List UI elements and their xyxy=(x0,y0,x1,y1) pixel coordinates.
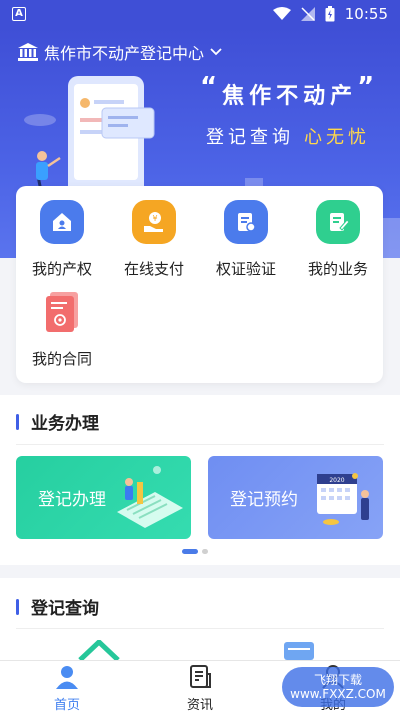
query-item-icon[interactable] xyxy=(76,640,122,660)
slogan-line1: 焦作不动产 xyxy=(222,84,358,109)
divider xyxy=(16,628,384,629)
query-section: 登记查询 xyxy=(0,578,400,668)
section-accent-bar xyxy=(16,598,19,615)
tab-label: 首页 xyxy=(53,698,80,711)
status-left: A xyxy=(12,7,26,21)
svg-text:¥: ¥ xyxy=(152,214,157,223)
chevron-down-icon xyxy=(210,48,222,56)
quick-action-my-business[interactable]: 我的业务 xyxy=(292,200,384,279)
card-label: 登记预约 xyxy=(230,490,298,510)
register-handle-card[interactable]: 登记办理 xyxy=(16,456,191,539)
slogan-title: “焦作不动产” xyxy=(200,72,380,109)
slogan-line2b: 心无忧 xyxy=(304,127,370,148)
tab-news[interactable]: 资讯 xyxy=(160,664,240,711)
location-selector[interactable]: 焦作市不动产登记中心 xyxy=(18,40,222,64)
status-time: 10:55 xyxy=(344,5,388,23)
wifi-icon xyxy=(272,7,291,20)
quick-action-my-property[interactable]: 我的产权 xyxy=(16,200,108,279)
quick-action-label: 在线支付 xyxy=(123,260,184,278)
location-label: 焦作市不动产登记中心 xyxy=(44,44,205,63)
notification-a-icon: A xyxy=(12,7,26,21)
home-person-icon xyxy=(56,666,78,689)
document-edit-icon xyxy=(316,200,360,244)
business-section: 业务办理 登记办理 2020 登记预约 xyxy=(0,395,400,565)
quick-action-certificate-verify[interactable]: 权证验证 xyxy=(200,200,292,279)
contract-icon xyxy=(40,290,84,334)
bottom-tab-bar: 首页 资讯 我的 飞翔下载 www.FXXZ.COM xyxy=(0,660,400,711)
quick-actions-panel: 我的产权 ¥ 在线支付 权证验证 我的业务 我的合同 xyxy=(16,186,383,383)
payment-icon: ¥ xyxy=(132,200,176,244)
query-item-icon[interactable] xyxy=(282,640,316,660)
card-label: 登记办理 xyxy=(38,490,106,510)
quick-action-online-payment[interactable]: ¥ 在线支付 xyxy=(108,200,200,279)
tab-home[interactable]: 首页 xyxy=(27,664,107,711)
query-title: 登记查询 xyxy=(31,599,99,619)
section-title: 业务办理 xyxy=(16,409,99,434)
slogan-subtitle: 登记查询 心无忧 xyxy=(206,123,370,149)
signal-icon xyxy=(300,7,315,21)
quick-action-label: 我的产权 xyxy=(31,260,92,278)
quick-action-label: 我的合同 xyxy=(31,350,92,368)
quick-action-my-contract[interactable]: 我的合同 xyxy=(16,290,108,369)
section-accent-bar xyxy=(16,413,19,430)
quick-action-label: 我的业务 xyxy=(307,260,368,278)
carousel-indicator xyxy=(182,549,208,554)
home-icon xyxy=(40,200,84,244)
register-illustration xyxy=(117,466,183,528)
status-right: 10:55 xyxy=(272,5,388,23)
slogan-line2a: 登记查询 xyxy=(206,127,294,148)
government-building-icon xyxy=(18,43,38,61)
calendar-illustration: 2020 xyxy=(317,473,369,525)
section-title: 登记查询 xyxy=(16,594,99,619)
business-title: 业务办理 xyxy=(31,414,99,434)
certificate-icon xyxy=(224,200,268,244)
battery-icon xyxy=(325,6,335,22)
register-appointment-card[interactable]: 2020 登记预约 xyxy=(208,456,383,539)
svg-text:2020: 2020 xyxy=(329,477,344,484)
carousel-dot-active[interactable] xyxy=(182,549,198,554)
watermark-text: 飞翔下载 www.FXXZ.COM xyxy=(290,673,386,701)
watermark: 飞翔下载 www.FXXZ.COM xyxy=(282,667,394,707)
quick-action-label: 权证验证 xyxy=(215,260,276,278)
divider xyxy=(16,444,384,445)
tab-label: 资讯 xyxy=(186,698,213,711)
news-icon xyxy=(190,665,211,688)
status-bar: A 10:55 xyxy=(0,0,400,28)
carousel-dot[interactable] xyxy=(202,549,208,554)
